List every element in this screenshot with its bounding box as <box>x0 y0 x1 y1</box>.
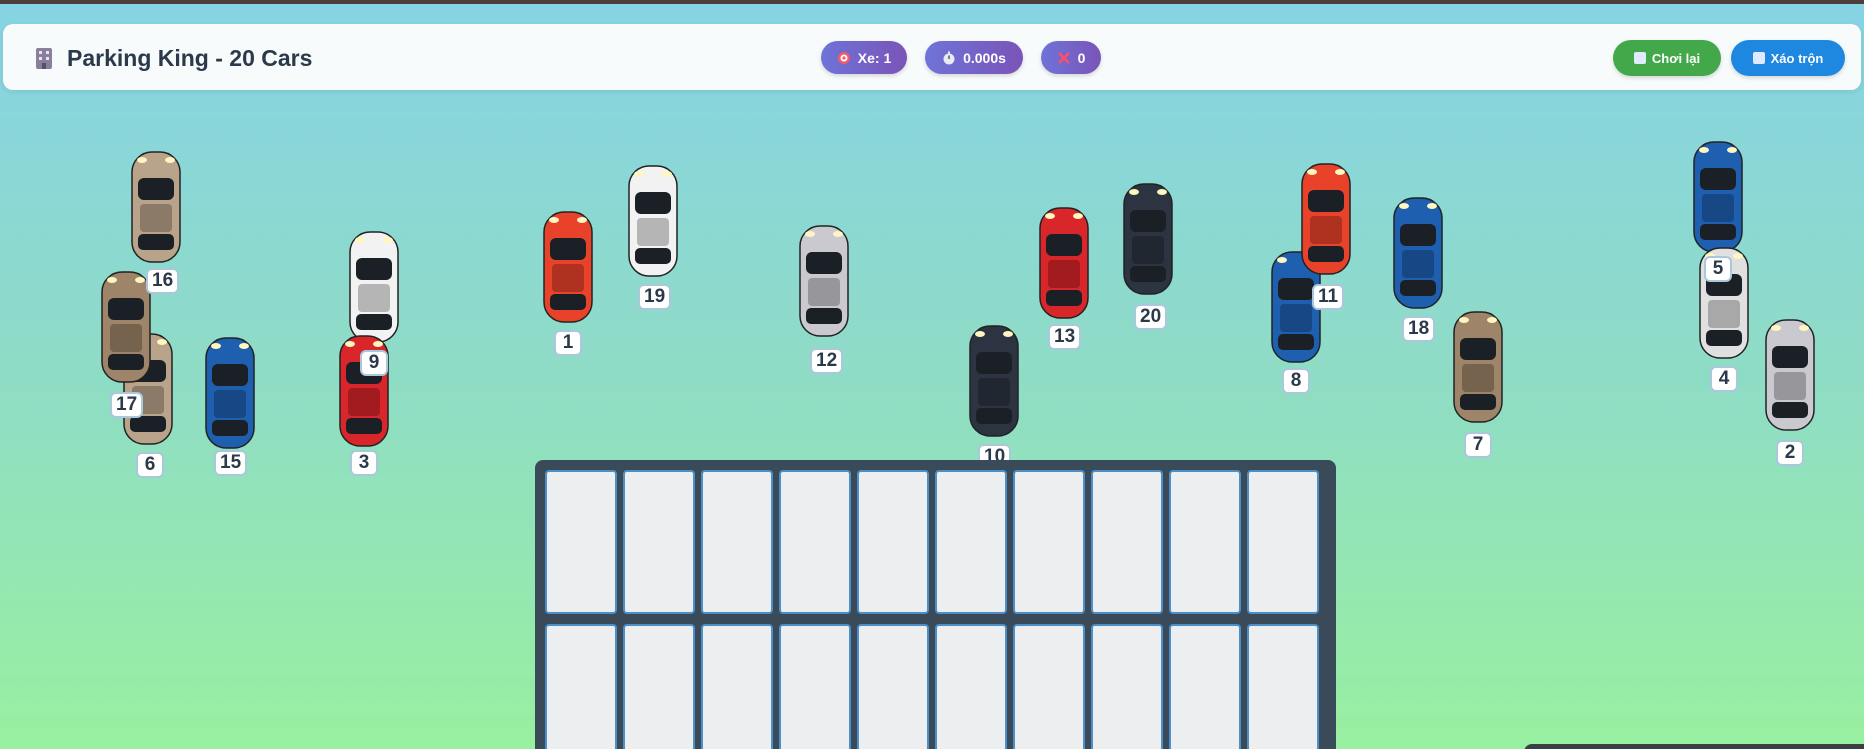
restart-button[interactable]: Chơi lại <box>1613 40 1721 76</box>
parking-slot[interactable] <box>779 624 851 749</box>
car-number-label: 12 <box>810 348 844 374</box>
timer: 0.000s <box>925 41 1023 74</box>
parking-slot[interactable] <box>1091 624 1163 749</box>
parking-row <box>545 624 1326 749</box>
car-number-label: 15 <box>214 450 248 476</box>
car-2[interactable] <box>1762 316 1818 434</box>
parking-slot[interactable] <box>1013 470 1085 614</box>
parking-lot <box>535 460 1336 749</box>
car-20[interactable] <box>1120 180 1176 298</box>
car-19[interactable] <box>625 162 681 280</box>
header-bar: Parking King - 20 Cars Xe: 1 0.000s 0 Ch… <box>3 24 1861 90</box>
parking-slot[interactable] <box>623 624 695 749</box>
car-icon <box>628 165 678 277</box>
car-number-label: 7 <box>1464 432 1492 458</box>
car-number-label: 2 <box>1776 440 1804 466</box>
car-number-label: 17 <box>110 392 144 418</box>
car-icon <box>205 337 255 449</box>
parking-slot[interactable] <box>545 624 617 749</box>
car-icon <box>543 211 593 323</box>
parking-slot[interactable] <box>857 470 929 614</box>
car-1[interactable] <box>540 208 596 326</box>
car-11[interactable] <box>1298 160 1354 278</box>
car-icon <box>349 231 399 343</box>
car-number-label: 16 <box>146 268 180 294</box>
car-icon <box>1039 207 1089 319</box>
parking-slot[interactable] <box>623 470 695 614</box>
parking-slot[interactable] <box>857 624 929 749</box>
car-16[interactable] <box>128 148 184 266</box>
parking-slot[interactable] <box>1013 624 1085 749</box>
parking-slot[interactable] <box>1169 470 1241 614</box>
car-10[interactable] <box>966 322 1022 440</box>
car-number-label: 3 <box>350 450 378 476</box>
car-number-label: 13 <box>1048 324 1082 350</box>
errors-counter-text: 0 <box>1077 49 1086 66</box>
target-icon <box>837 51 850 64</box>
parking-slot[interactable] <box>1169 624 1241 749</box>
car-number-label: 6 <box>136 452 164 478</box>
cars-counter: Xe: 1 <box>821 41 907 74</box>
shuffle-button[interactable]: Xáo trộn <box>1731 40 1845 76</box>
car-icon <box>1693 141 1743 253</box>
parking-slot[interactable] <box>935 470 1007 614</box>
cars-counter-text: Xe: 1 <box>857 49 892 66</box>
car-icon <box>1123 183 1173 295</box>
car-15[interactable] <box>202 334 258 452</box>
parking-slot[interactable] <box>701 470 773 614</box>
cross-icon <box>1057 51 1070 64</box>
car-12[interactable] <box>796 222 852 340</box>
timer-text: 0.000s <box>963 49 1006 66</box>
car-7[interactable] <box>1450 308 1506 426</box>
refresh-icon <box>1633 52 1646 64</box>
title-text: Parking King - 20 Cars <box>67 44 313 71</box>
stopwatch-icon <box>943 51 955 64</box>
restart-button-label: Chơi lại <box>1651 50 1701 66</box>
car-number-label: 19 <box>638 284 672 310</box>
car-9[interactable] <box>346 228 402 346</box>
parking-slot[interactable] <box>545 470 617 614</box>
car-18[interactable] <box>1390 194 1446 312</box>
car-icon <box>969 325 1019 437</box>
car-number-label: 9 <box>360 350 388 376</box>
parking-slot[interactable] <box>935 624 1007 749</box>
shuffle-button-label: Xáo trộn <box>1770 50 1824 66</box>
car-icon <box>799 225 849 337</box>
car-number-label: 4 <box>1710 366 1738 392</box>
parking-slot[interactable] <box>1247 624 1319 749</box>
shuffle-icon <box>1752 52 1765 64</box>
car-number-label: 8 <box>1282 368 1310 394</box>
parking-slot[interactable] <box>1247 470 1319 614</box>
car-13[interactable] <box>1036 204 1092 322</box>
car-number-label: 5 <box>1704 256 1732 282</box>
bottom-panel-edge <box>1524 744 1864 749</box>
car-number-label: 18 <box>1402 316 1436 342</box>
parking-slot[interactable] <box>701 624 773 749</box>
top-border <box>0 0 1864 4</box>
car-icon <box>1301 163 1351 275</box>
car-icon <box>1393 197 1443 309</box>
building-icon <box>36 48 52 69</box>
car-5[interactable] <box>1690 138 1746 256</box>
parking-slot[interactable] <box>779 470 851 614</box>
page-title: Parking King - 20 Cars <box>31 44 312 72</box>
parking-row <box>545 470 1326 614</box>
car-number-label: 20 <box>1134 304 1168 330</box>
car-number-label: 11 <box>1312 284 1345 310</box>
car-icon <box>1765 319 1815 431</box>
car-icon <box>131 151 181 263</box>
errors-counter: 0 <box>1041 41 1101 74</box>
parking-slot[interactable] <box>1091 470 1163 614</box>
car-number-label: 1 <box>554 330 582 356</box>
car-icon <box>1453 311 1503 423</box>
